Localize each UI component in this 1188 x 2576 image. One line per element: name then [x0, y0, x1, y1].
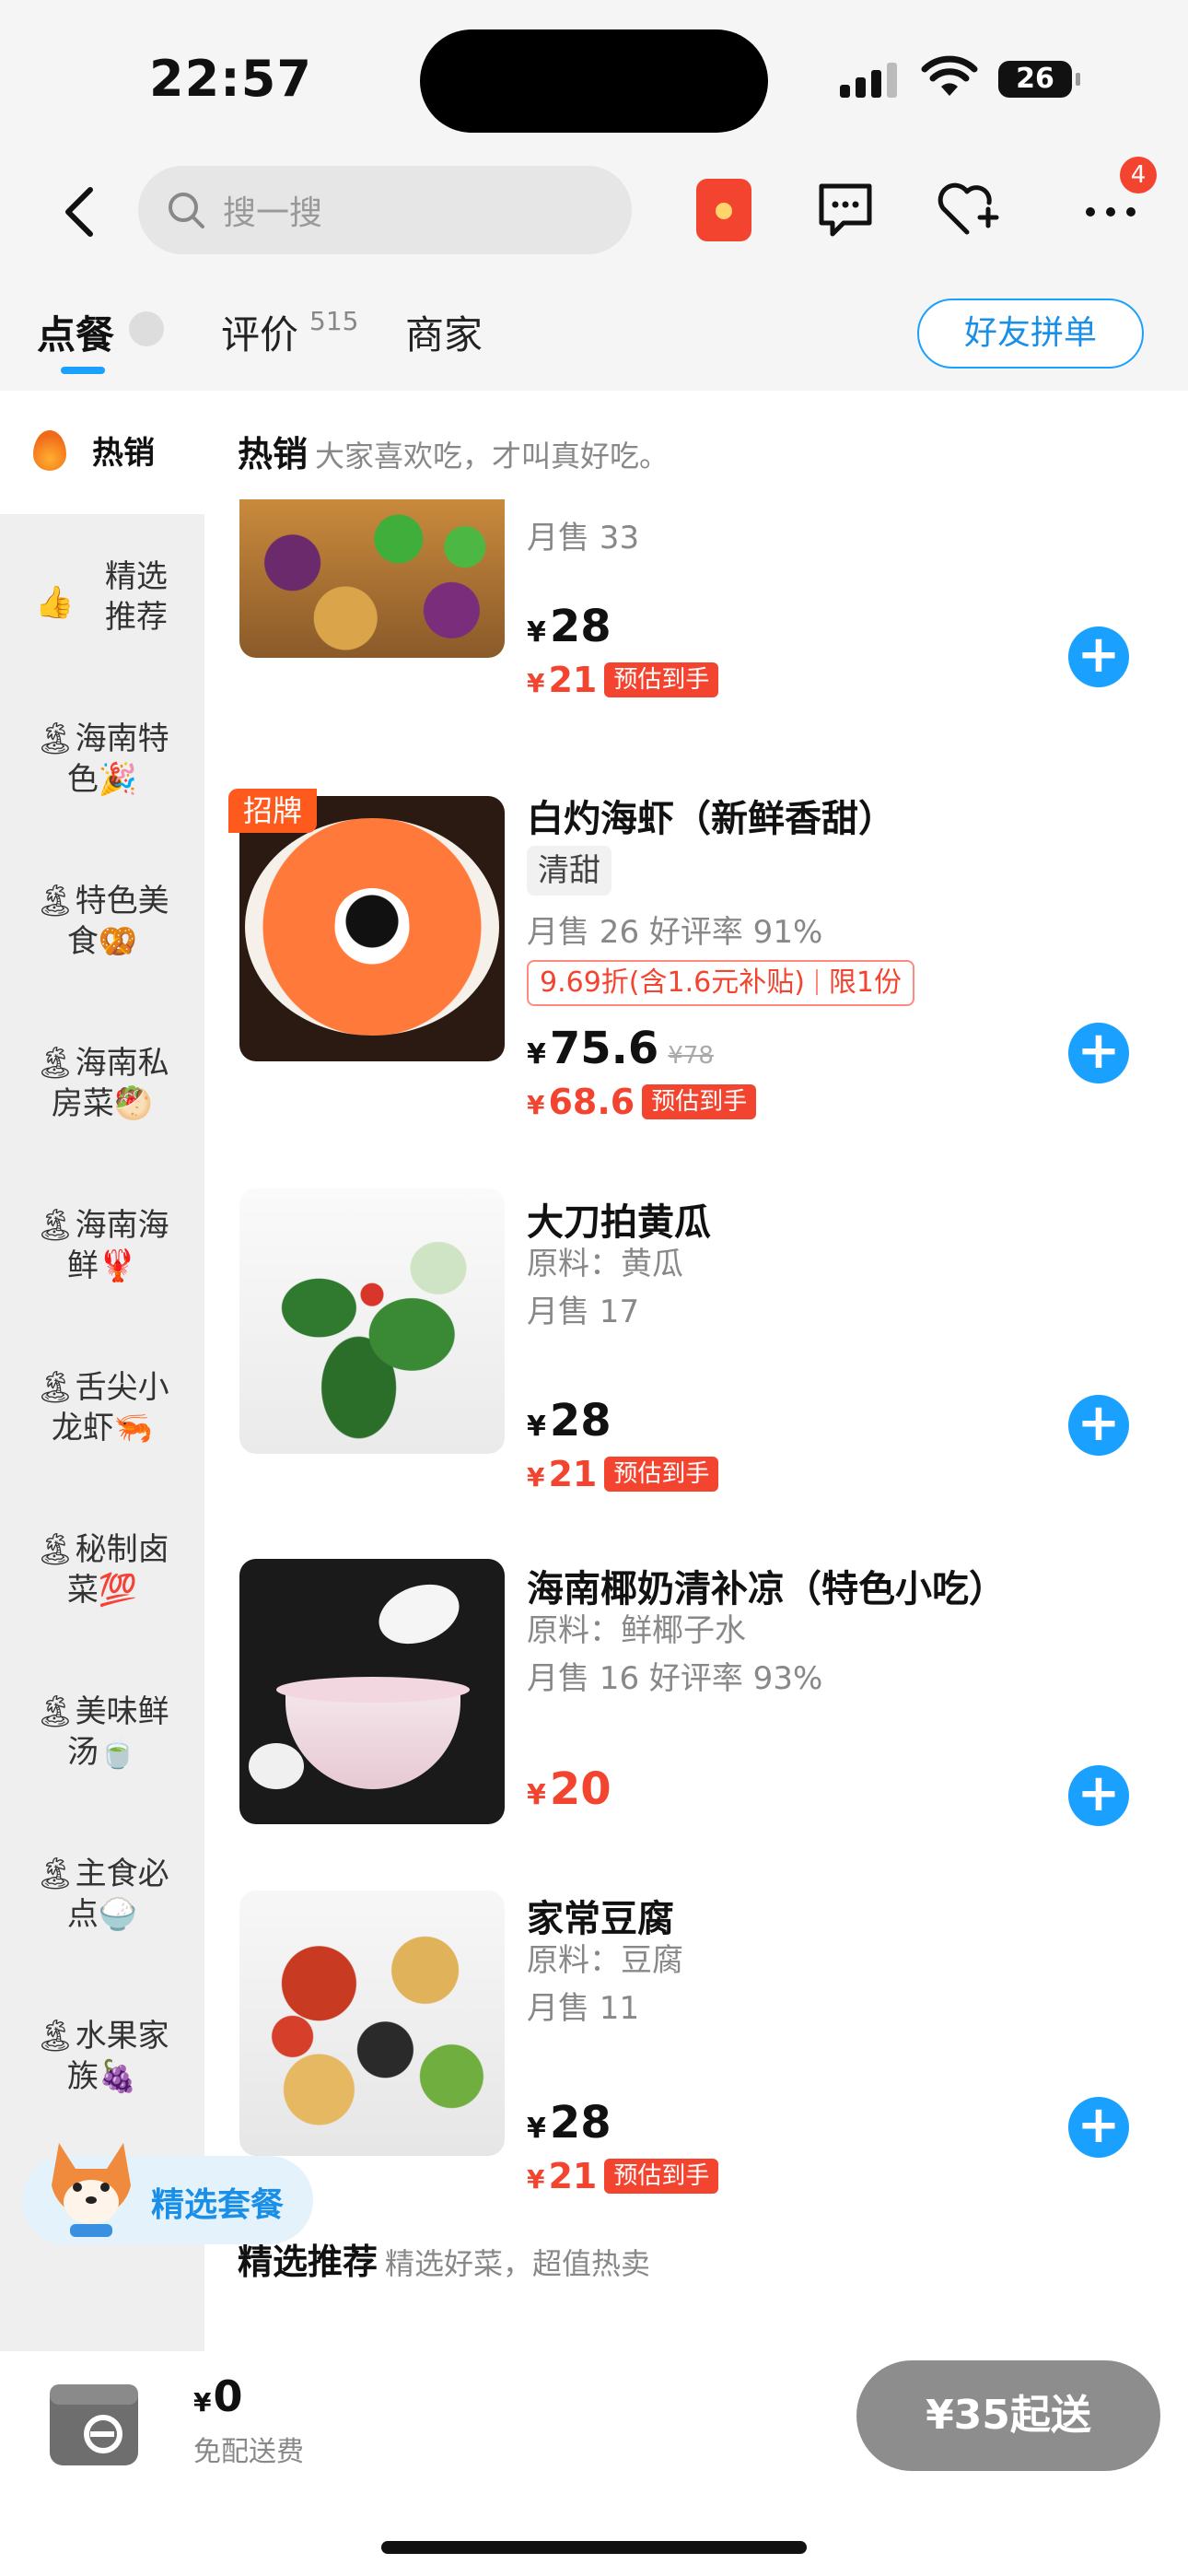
dish-sold: 月售 33 — [527, 520, 640, 556]
sidebar-item-staple[interactable]: 🏝主食必点🍚 — [0, 1854, 204, 1935]
dish-image-tofu[interactable] — [239, 1891, 505, 2156]
sidebar-item-braised[interactable]: 🏝秘制卤菜💯 — [0, 1529, 204, 1610]
tab-order[interactable]: 点餐 — [37, 304, 114, 360]
cart-total: ¥0 — [193, 2371, 243, 2421]
thumbs-up-icon: 👍 — [35, 584, 75, 621]
dish-price: ¥20 — [527, 1763, 611, 1815]
featured-set-meal-button[interactable]: 精选套餐 — [22, 2143, 313, 2244]
dish-image-coconut-dessert[interactable] — [239, 1559, 505, 1824]
friend-group-order-button[interactable]: 好友拼单 — [917, 299, 1144, 369]
red-packet-icon[interactable] — [696, 179, 751, 241]
review-count: 515 — [309, 306, 359, 336]
wifi-icon — [921, 55, 978, 96]
status-bar: 22:57 26 — [0, 0, 1188, 157]
sidebar-item-private-dishes[interactable]: 🏝海南私房菜🥙 — [0, 1043, 204, 1124]
signal-icon — [840, 63, 897, 98]
min-order-button[interactable]: ¥35起送 — [856, 2360, 1160, 2471]
favorite-add-icon[interactable] — [934, 177, 1000, 243]
sidebar-item-fruit[interactable]: 🏝水果家族🍇 — [0, 2016, 204, 2097]
sidebar-item-label: 热销 — [92, 435, 155, 472]
dish-price: ¥28 — [527, 1395, 611, 1446]
tab-bar: 点餐 评价 515 商家 好友拼单 — [0, 267, 1188, 391]
dish-image-cucumber[interactable] — [239, 1188, 505, 1454]
dish-price: ¥28 — [527, 601, 611, 652]
add-to-cart-button[interactable]: + — [1068, 1395, 1129, 1456]
dish-promo: 9.69折(含1.6元补贴) 限1份 — [527, 960, 915, 1006]
sidebar-item-seafood[interactable]: 🏝海南海鲜🦞 — [0, 1205, 204, 1286]
status-time: 22:57 — [149, 50, 312, 108]
tab-active-indicator — [61, 367, 105, 374]
top-nav: 搜一搜 4 — [0, 157, 1188, 267]
section-title: 热销 — [238, 434, 309, 474]
search-bar[interactable]: 搜一搜 — [138, 166, 632, 254]
dish-ingredients: 原料：鲜椰子水 — [527, 1612, 746, 1649]
shiba-mascot-icon — [52, 2143, 131, 2237]
dish-price: ¥75.6 ¥78 — [527, 1023, 714, 1074]
tab-reviews[interactable]: 评价 — [221, 304, 298, 360]
featured-set-meal-label: 精选套餐 — [151, 2186, 285, 2224]
dish-ingredients: 原料：豆腐 — [527, 1942, 683, 1979]
search-icon — [169, 193, 204, 228]
add-to-cart-button[interactable]: + — [1068, 1765, 1129, 1826]
sidebar-item-crayfish[interactable]: 🏝舌尖小龙虾🦐 — [0, 1367, 204, 1448]
section-header-hot: 热销 大家喜欢吃，才叫真好吃。 — [238, 426, 669, 476]
section-subtitle: 大家喜欢吃，才叫真好吃。 — [315, 439, 670, 474]
flame-icon — [33, 429, 66, 471]
dish-image-eggplant[interactable] — [239, 499, 505, 658]
sidebar-item-label: 精选推荐 — [105, 558, 168, 636]
dish-sold: 月售 26 好评率 91% — [527, 914, 823, 951]
pin-top-icon[interactable] — [129, 311, 164, 346]
dish-estimated-price: ¥21 预估到手 — [527, 2156, 719, 2196]
dish-price: ¥28 — [527, 2097, 611, 2149]
dynamic-island — [420, 29, 768, 133]
shopping-bag-icon[interactable] — [37, 2364, 151, 2473]
back-icon[interactable] — [55, 182, 107, 241]
battery-icon: 26 — [998, 61, 1080, 98]
search-placeholder: 搜一搜 — [223, 194, 323, 232]
dish-estimated-price: ¥21 预估到手 — [527, 1454, 719, 1494]
add-to-cart-button[interactable]: + — [1068, 2097, 1129, 2158]
sidebar-item-hot[interactable]: 热销 — [0, 391, 204, 514]
sidebar-item-soup[interactable]: 🏝美味鲜汤🍵 — [0, 1692, 204, 1773]
dish-tag: 清甜 — [527, 846, 611, 896]
tab-merchant[interactable]: 商家 — [405, 304, 483, 360]
dish-sold: 月售 17 — [527, 1294, 640, 1330]
dish-name: 白灼海虾（新鲜香甜） — [527, 798, 895, 840]
cart-bar: ¥0 免配送费 ¥35起送 — [0, 2351, 1188, 2576]
add-to-cart-button[interactable]: + — [1068, 626, 1129, 687]
section-subtitle: 精选好菜，超值热卖 — [385, 2246, 651, 2281]
dish-estimated-price: ¥21 预估到手 — [527, 660, 719, 700]
message-icon[interactable] — [812, 177, 879, 243]
notification-badge: 4 — [1120, 157, 1157, 193]
add-to-cart-button[interactable]: + — [1068, 1023, 1129, 1083]
sidebar-item-special-food[interactable]: 🏝特色美食🥨 — [0, 881, 204, 962]
dish-ingredients: 原料：黄瓜 — [527, 1246, 683, 1282]
dish-sold: 月售 16 好评率 93% — [527, 1660, 823, 1697]
delivery-fee-note: 免配送费 — [193, 2436, 304, 2468]
section-header-recommend: 精选推荐 精选好菜，超值热卖 — [238, 2233, 650, 2284]
sidebar-item-hainan-special[interactable]: 🏝海南特色🎉 — [0, 719, 204, 800]
signature-badge: 招牌 — [228, 789, 317, 833]
dish-sold: 月售 11 — [527, 1990, 640, 2027]
dish-image-shrimp[interactable] — [239, 796, 505, 1061]
dish-estimated-price: ¥68.6 预估到手 — [527, 1082, 757, 1122]
section-title: 精选推荐 — [238, 2242, 379, 2282]
home-indicator — [381, 2541, 807, 2554]
category-sidebar: 热销 👍 精选推荐 🏝海南特色🎉 🏝特色美食🥨 🏝海南私房菜🥙 🏝海南海鲜🦞 🏝… — [0, 391, 204, 2351]
menu-list: 热销 大家喜欢吃，才叫真好吃。 月售 33 ¥28 ¥21 预估到手 + 招牌 白… — [204, 391, 1188, 2351]
